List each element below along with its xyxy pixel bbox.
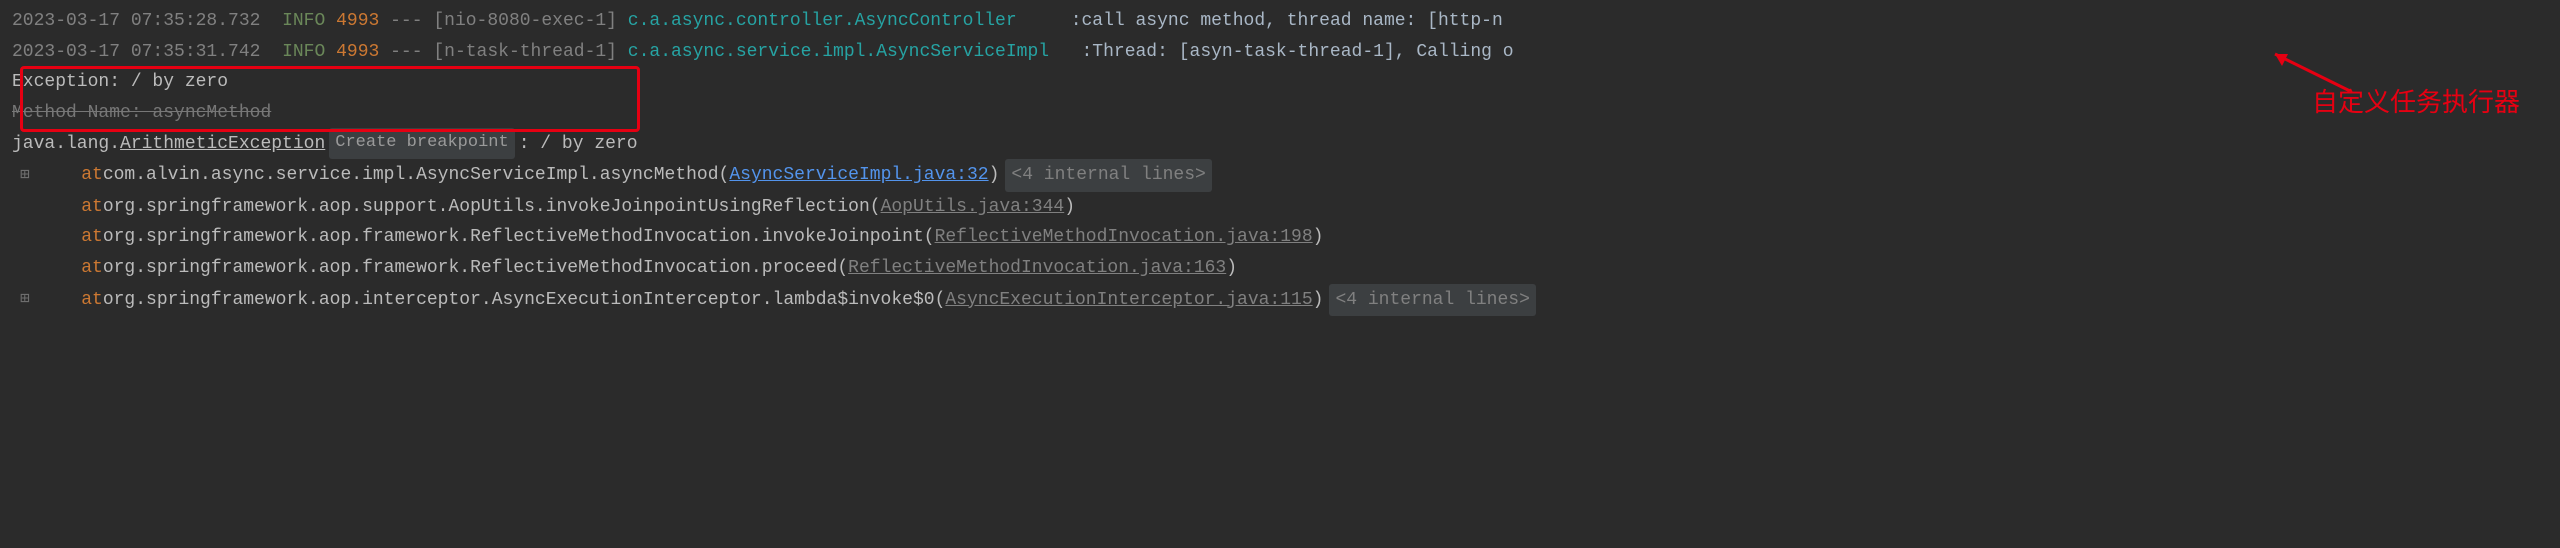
timestamp: 2023-03-17 07:35:28.732: [12, 6, 260, 37]
stack-frame: ⊞ at org.springframework.aop.interceptor…: [0, 284, 2560, 317]
source-link[interactable]: AopUtils.java:344: [881, 192, 1065, 223]
source-link[interactable]: AsyncExecutionInterceptor.java:115: [945, 285, 1312, 316]
close-paren: ): [1226, 253, 1237, 284]
method-name-line: Method Name: asyncMethod: [0, 98, 2560, 129]
log-line: 2023-03-17 07:35:31.742 INFO 4993 --- [n…: [0, 37, 2560, 68]
folded-frames[interactable]: <4 internal lines>: [1005, 159, 1211, 192]
at-keyword: at: [81, 160, 103, 191]
log-level: INFO: [282, 37, 325, 68]
exception-class-line: java.lang.ArithmeticException Create bre…: [0, 128, 2560, 159]
exception-package: java.lang.: [12, 129, 120, 160]
stack-method: org.springframework.aop.interceptor.Asyn…: [103, 285, 946, 316]
close-paren: ): [1313, 285, 1324, 316]
folded-frames[interactable]: <4 internal lines>: [1329, 284, 1535, 317]
exception-line: Exception: / by zero: [0, 67, 2560, 98]
stack-frame: at org.springframework.aop.framework.Ref…: [0, 253, 2560, 284]
source-link[interactable]: ReflectiveMethodInvocation.java:198: [935, 222, 1313, 253]
log-message: call async method, thread name: [http-n: [1082, 6, 1503, 37]
stack-method: com.alvin.async.service.impl.AsyncServic…: [103, 160, 730, 191]
separator: :: [1071, 6, 1082, 37]
pid: 4993: [336, 6, 379, 37]
exception-message: : / by zero: [519, 129, 638, 160]
thread: [n-task-thread-1]: [433, 37, 617, 68]
dash: ---: [390, 6, 422, 37]
stack-method: org.springframework.aop.framework.Reflec…: [103, 253, 848, 284]
logger-name: c.a.async.service.impl.AsyncServiceImpl: [628, 37, 1049, 68]
source-link[interactable]: ReflectiveMethodInvocation.java:163: [848, 253, 1226, 284]
at-keyword: at: [81, 192, 103, 223]
stack-frame: at org.springframework.aop.support.AopUt…: [0, 192, 2560, 223]
close-paren: ): [1313, 222, 1324, 253]
logger-name: c.a.async.controller.AsyncController: [628, 6, 1017, 37]
exception-class-link[interactable]: ArithmeticException: [120, 134, 325, 154]
expand-icon[interactable]: ⊞: [12, 162, 38, 189]
stack-frame: at org.springframework.aop.framework.Ref…: [0, 222, 2560, 253]
expand-icon[interactable]: ⊞: [12, 286, 38, 313]
thread: [nio-8080-exec-1]: [433, 6, 617, 37]
timestamp: 2023-03-17 07:35:31.742: [12, 37, 260, 68]
log-line: 2023-03-17 07:35:28.732 INFO 4993 --- [n…: [0, 6, 2560, 37]
log-message: Thread: [asyn-task-thread-1], Calling o: [1092, 37, 1513, 68]
create-breakpoint-button[interactable]: Create breakpoint: [329, 128, 514, 159]
separator: :: [1081, 37, 1092, 68]
close-paren: ): [1064, 192, 1075, 223]
log-level: INFO: [282, 6, 325, 37]
exception-text: Exception: / by zero: [12, 67, 228, 98]
at-keyword: at: [81, 222, 103, 253]
at-keyword: at: [81, 285, 103, 316]
close-paren: ): [989, 160, 1000, 191]
stack-method: org.springframework.aop.framework.Reflec…: [103, 222, 935, 253]
dash: ---: [390, 37, 422, 68]
at-keyword: at: [81, 253, 103, 284]
method-name-text: Method Name: asyncMethod: [12, 98, 271, 129]
pid: 4993: [336, 37, 379, 68]
stack-method: org.springframework.aop.support.AopUtils…: [103, 192, 881, 223]
source-link[interactable]: AsyncServiceImpl.java:32: [729, 160, 988, 191]
stack-frame: ⊞ at com.alvin.async.service.impl.AsyncS…: [0, 159, 2560, 192]
